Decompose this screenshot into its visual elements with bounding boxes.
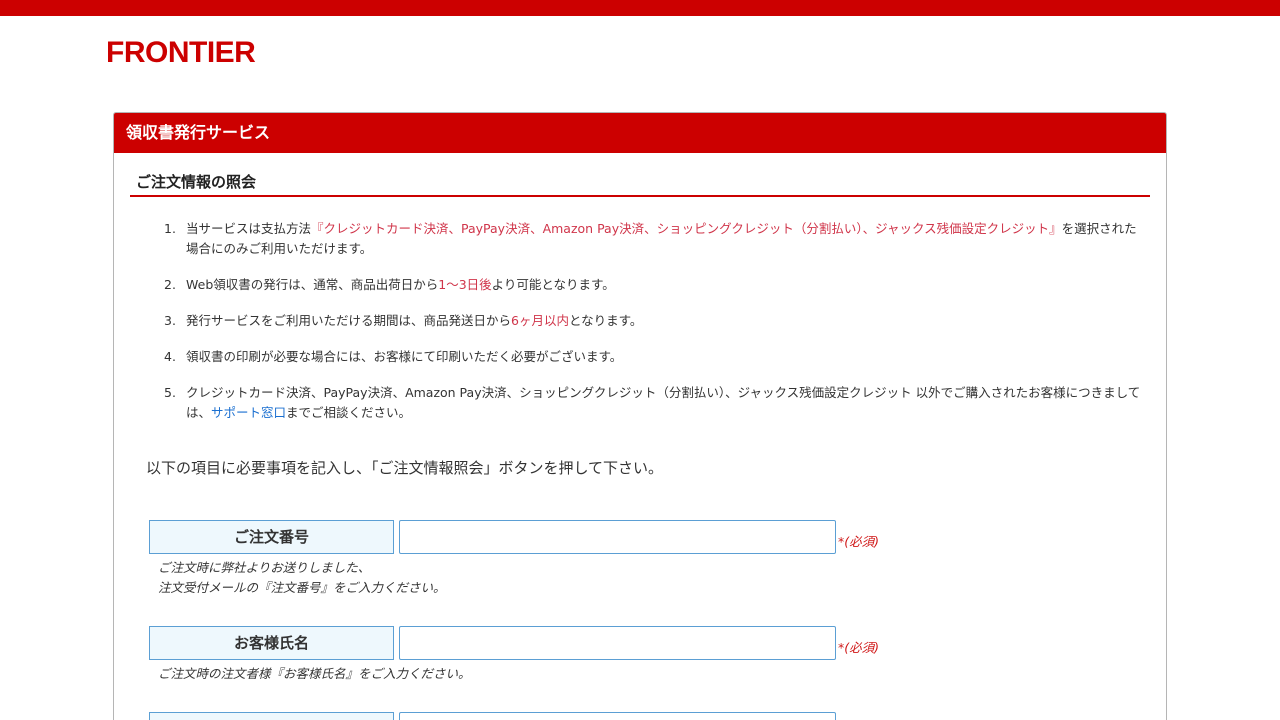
customer-name-label: お客様氏名: [149, 626, 394, 660]
support-window-link[interactable]: サポート窓口: [211, 405, 286, 420]
customer-name-hint: ご注文時の注文者様『お客様氏名』をご入力ください。: [158, 664, 758, 684]
note-item-2: 2. Web領収書の発行は、通常、商品出荷日から1〜3日後より可能となります。: [164, 275, 1144, 295]
note-highlight: 6ヶ月以内: [511, 313, 569, 328]
note-text: 領収書の印刷が必要な場合には、お客様にて印刷いただく必要がございます。: [186, 349, 623, 364]
note-number: 5.: [164, 385, 176, 400]
note-number: 4.: [164, 349, 176, 364]
note-number: 2.: [164, 277, 176, 292]
panel-header: 領収書発行サービス: [114, 113, 1166, 153]
customer-name-row: お客様氏名 *(必須) ご注文時の注文者様『お客様氏名』をご入力ください。: [149, 626, 929, 686]
note-highlight: 1〜3日後: [438, 277, 492, 292]
third-field-input[interactable]: [399, 712, 836, 720]
note-text: 発行サービスをご利用いただける期間は、商品発送日から: [186, 313, 512, 328]
note-text: Web領収書の発行は、通常、商品出荷日から: [186, 277, 439, 292]
note-item-1: 1. 当サービスは支払方法『クレジットカード決済、PayPay決済、Amazon…: [164, 219, 1144, 259]
customer-name-input[interactable]: [399, 626, 836, 660]
third-field-label: [149, 712, 394, 720]
top-brand-bar: [0, 0, 1280, 16]
required-mark: *(必須): [838, 534, 880, 549]
note-text: となります。: [568, 313, 643, 328]
section-title: ご注文情報の照会: [130, 171, 1150, 197]
hint-line: ご注文時に弊社よりお送りしました、: [158, 560, 371, 575]
order-number-label: ご注文番号: [149, 520, 394, 554]
required-mark: *(必須): [838, 640, 880, 655]
note-text: より可能となります。: [491, 277, 615, 292]
note-item-4: 4. 領収書の印刷が必要な場合には、お客様にて印刷いただく必要がございます。: [164, 347, 1144, 367]
receipt-service-panel: 領収書発行サービス ご注文情報の照会 1. 当サービスは支払方法『クレジットカー…: [113, 112, 1167, 720]
order-number-row: ご注文番号 *(必須) ご注文時に弊社よりお送りしました、 注文受付メールの『注…: [149, 520, 929, 600]
order-number-input[interactable]: [399, 520, 836, 554]
frontier-logo[interactable]: FRONTIER: [106, 36, 256, 70]
note-highlight: 『クレジットカード決済、PayPay決済、Amazon Pay決済、ショッピング…: [311, 221, 1062, 236]
hint-line: 注文受付メールの『注文番号』をご入力ください。: [158, 580, 446, 595]
note-text: までご相談ください。: [286, 405, 412, 420]
note-number: 1.: [164, 221, 176, 236]
note-item-3: 3. 発行サービスをご利用いただける期間は、商品発送日から6ヶ月以内となります。: [164, 311, 1144, 331]
note-item-5: 5. クレジットカード決済、PayPay決済、Amazon Pay決済、ショッピ…: [164, 383, 1144, 423]
third-field-row: [149, 712, 929, 720]
note-text: 当サービスは支払方法: [186, 221, 312, 236]
order-number-hint: ご注文時に弊社よりお送りしました、 注文受付メールの『注文番号』をご入力ください…: [158, 558, 758, 598]
notes-list: 1. 当サービスは支払方法『クレジットカード決済、PayPay決済、Amazon…: [164, 219, 1144, 439]
form-instruction: 以下の項目に必要事項を記入し、「ご注文情報照会」ボタンを押して下さい。: [146, 459, 664, 477]
hint-line: ご注文時の注文者様『お客様氏名』をご入力ください。: [158, 666, 471, 681]
note-number: 3.: [164, 313, 176, 328]
